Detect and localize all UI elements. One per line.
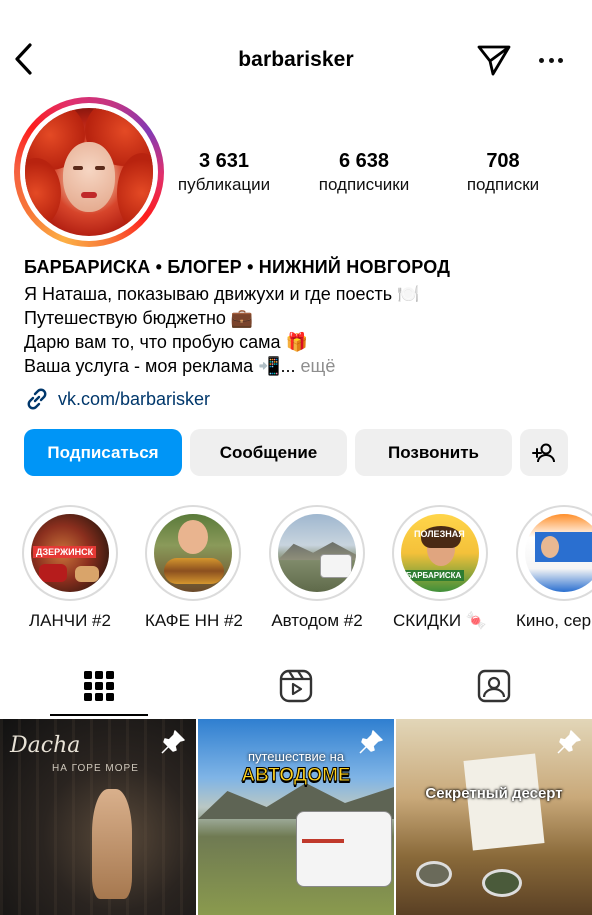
message-button[interactable]: Сообщение xyxy=(190,429,347,476)
bio-line-text: Ваша услуга - моя реклама 📲... xyxy=(24,356,296,376)
highlight-label: Кино, сер xyxy=(516,611,592,630)
post-thumbnail[interactable]: Секретный десерт xyxy=(396,719,592,915)
stat-following-value: 708 xyxy=(486,150,520,172)
post-caption: Dacha xyxy=(10,733,81,758)
highlight-tag: ПОЛЕЗНАЯ xyxy=(414,529,465,539)
stat-following[interactable]: 708 подписки xyxy=(450,148,556,196)
post-caption: Секретный десерт xyxy=(425,785,563,802)
tagged-person-icon xyxy=(477,669,510,703)
highlight-tag: ДЗЕРЖИНСК xyxy=(33,546,97,558)
pin-icon xyxy=(359,730,383,754)
highlight-lunch[interactable]: ДЗЕРЖИНСК ЛАНЧИ #2 xyxy=(22,505,118,631)
tab-reels[interactable] xyxy=(197,655,394,717)
highlight-cover: ДЗЕРЖИНСК xyxy=(22,505,118,601)
grid-icon xyxy=(83,671,114,701)
stat-posts-value: 3 631 xyxy=(198,150,250,172)
stat-following-label: подписки xyxy=(466,175,540,194)
highlight-label: ЛАНЧИ #2 xyxy=(29,611,111,630)
pin-icon xyxy=(161,730,185,754)
profile-link-text: vk.com/barbarisker xyxy=(58,388,211,409)
highlight-discounts[interactable]: ПОЛЕЗНАЯ БАРБАРИСКА СКИДКИ 🍬 xyxy=(392,505,488,631)
highlight-label: КАФЕ НН #2 xyxy=(145,611,243,630)
stat-followers-label: подписчики xyxy=(318,175,410,194)
call-button[interactable]: Позвонить xyxy=(355,429,512,476)
bio-more-link[interactable]: ещё xyxy=(301,356,336,376)
highlight-label: Автодом #2 xyxy=(271,611,363,630)
paper-plane-icon xyxy=(477,45,511,76)
add-person-icon xyxy=(532,443,555,462)
post-caption: НА ГОРЕ МОРЕ xyxy=(52,763,139,774)
pin-icon xyxy=(557,730,581,754)
follow-button[interactable]: Подписаться xyxy=(24,429,182,476)
posts-grid: Dacha НА ГОРЕ МОРЕ путешествие на АВТОДО… xyxy=(0,719,592,915)
stat-posts[interactable]: 3 631 публикации xyxy=(166,148,282,196)
more-icon xyxy=(537,50,566,68)
reels-icon xyxy=(279,669,312,703)
bio-line: Путешествую бюджетно 💼 xyxy=(24,308,254,328)
highlight-label: СКИДКИ 🍬 xyxy=(393,611,487,630)
highlight-cover xyxy=(145,505,241,601)
tab-posts-grid[interactable] xyxy=(0,655,197,717)
avatar xyxy=(25,108,153,236)
bio-line-last: Ваша услуга - моя реклама 📲... ещё xyxy=(24,354,335,378)
more-options-button[interactable] xyxy=(534,44,568,74)
bio-line: Я Наташа, показываю движухи и где поесть… xyxy=(24,284,420,304)
post-caption: АВТОДОМЕ xyxy=(241,765,351,787)
highlight-cover: ПОЛЕЗНАЯ БАРБАРИСКА xyxy=(392,505,488,601)
stat-posts-label: публикации xyxy=(177,175,271,194)
highlight-cover xyxy=(516,505,592,601)
profile-header: barbarisker xyxy=(0,30,592,90)
highlight-cafe[interactable]: КАФЕ НН #2 xyxy=(145,505,243,631)
highlight-movies[interactable]: Кино, сер xyxy=(516,505,592,631)
highlight-motorhome[interactable]: Автодом #2 xyxy=(269,505,365,631)
post-thumbnail[interactable]: путешествие на АВТОДОМЕ xyxy=(198,719,394,915)
profile-avatar-story-ring[interactable] xyxy=(14,97,164,247)
profile-link[interactable]: vk.com/barbarisker xyxy=(24,386,210,412)
share-button[interactable] xyxy=(476,42,512,78)
profile-display-name: БАРБАРИСКА • БЛОГЕР • НИЖНИЙ НОВГОРОД xyxy=(24,257,451,277)
bio-line: Дарю вам то, что пробую сама 🎁 xyxy=(24,332,308,352)
active-tab-indicator xyxy=(50,714,148,716)
suggested-users-button[interactable] xyxy=(520,429,568,476)
tab-tagged[interactable] xyxy=(395,655,592,717)
stat-followers-value: 6 638 xyxy=(338,150,390,172)
link-icon xyxy=(27,388,47,410)
profile-tabs xyxy=(0,655,592,717)
stat-followers[interactable]: 6 638 подписчики xyxy=(302,148,426,196)
highlight-cover xyxy=(269,505,365,601)
highlight-tag: БАРБАРИСКА xyxy=(403,570,465,581)
post-thumbnail[interactable]: Dacha НА ГОРЕ МОРЕ xyxy=(0,719,196,915)
